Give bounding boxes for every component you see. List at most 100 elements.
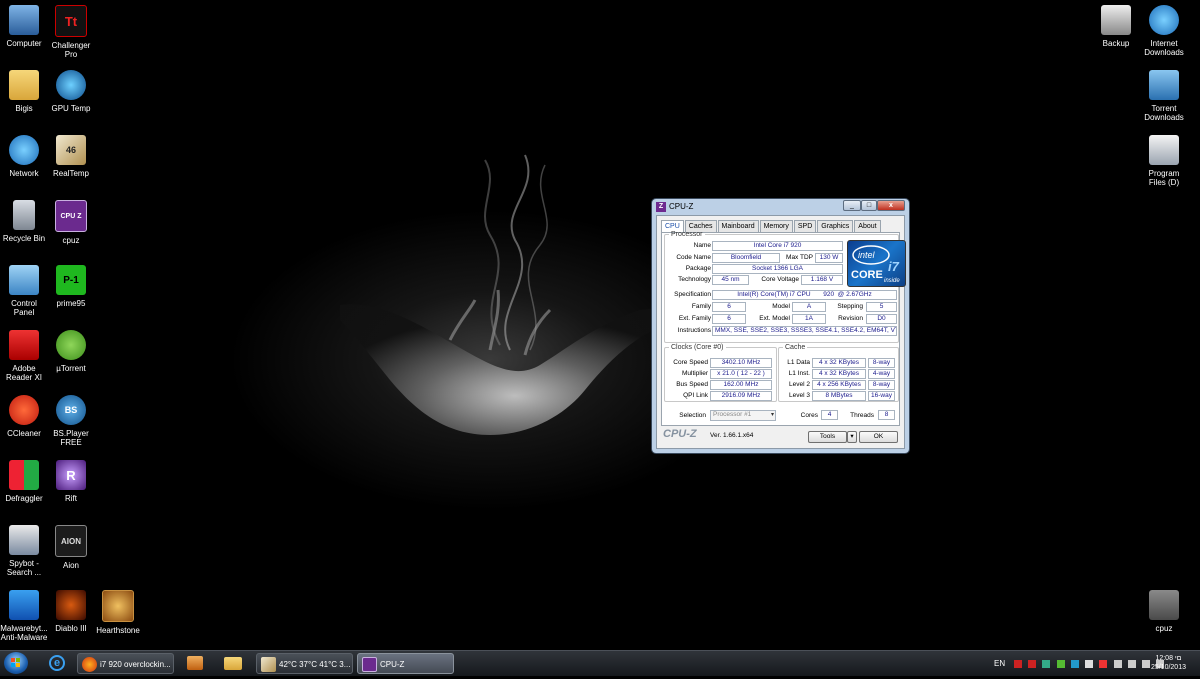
maxtdp-label: Max TDP [786, 254, 813, 261]
desktop-icon-adobe-reader[interactable]: Adobe Reader XI [0, 330, 48, 382]
maxtdp-value: 130 W [815, 253, 843, 263]
desktop-icon-realtemp[interactable]: 46 RealTemp [47, 135, 95, 178]
tools-button[interactable]: Tools [808, 431, 847, 443]
tray-utorrent-icon[interactable] [1056, 659, 1065, 668]
taskbar-firefox-label: i7 920 overclockin... [100, 660, 171, 669]
desktop-icon-torrent-downloads[interactable]: Torrent Downloads [1140, 70, 1188, 122]
maximize-button[interactable]: □ [861, 200, 877, 211]
l3-way: 16-way [868, 391, 895, 401]
cpuz-titlebar[interactable]: Z CPU-Z _ □ x [652, 199, 909, 215]
desktop-icon-aion[interactable]: AION Aion [47, 525, 95, 570]
pinned-explorer[interactable] [216, 653, 250, 674]
desktop-icon-control-panel[interactable]: Control Panel [0, 265, 48, 317]
desktop-icon-diablo-iii[interactable]: Diablo III [47, 590, 95, 633]
control-panel-icon [9, 265, 39, 295]
l1i-value: 4 x 32 KBytes [812, 369, 866, 379]
desktop-icon-computer[interactable]: Computer [0, 5, 48, 48]
desktop-icon-prime95[interactable]: P-1 prime95 [47, 265, 95, 308]
taskbar-button-firefox[interactable]: i7 920 overclockin... [77, 653, 174, 674]
cores-value: 4 [821, 410, 838, 420]
l1d-way: 8-way [868, 358, 895, 368]
start-button[interactable] [4, 652, 28, 674]
desktop-icon-recycle-bin[interactable]: Recycle Bin [0, 200, 48, 243]
taskbar-button-cpuz[interactable]: CPU-Z [357, 653, 454, 674]
desktop-icon-cpuz[interactable]: CPU Z cpuz [47, 200, 95, 245]
taskbar-button-realtemp[interactable]: 42°C 37°C 41°C 3... [256, 653, 353, 674]
extmodel-label: Ext. Model [759, 315, 790, 322]
pinned-media-player[interactable] [178, 653, 212, 674]
taskbar-cpuz-label: CPU-Z [380, 660, 405, 669]
minimize-button[interactable]: _ [843, 200, 861, 211]
desktop-icon-defraggler[interactable]: Defraggler [0, 460, 48, 503]
model-value: A [792, 302, 826, 312]
desktop-icon-backup[interactable]: Backup [1092, 5, 1140, 48]
tray-security-icon[interactable] [1070, 659, 1079, 668]
threads-value: 8 [878, 410, 895, 420]
busspeed-label: Bus Speed [676, 381, 708, 388]
instructions-label: Instructions [677, 327, 711, 334]
tray-display-icon[interactable] [1127, 659, 1136, 668]
revision-label: Revision [838, 315, 863, 322]
close-button[interactable]: x [877, 200, 905, 211]
desktop-icon-bsplayer[interactable]: BS BS.Player FREE [47, 395, 95, 447]
cpuz-shortcut-icon [1149, 590, 1179, 620]
clock-time: 12:08 םי [1155, 655, 1182, 662]
ok-button[interactable]: OK [859, 431, 898, 443]
busspeed-value: 162.00 MHz [710, 380, 772, 390]
multiplier-value: x 21.0 ( 12 - 22 ) [710, 369, 772, 379]
processor-select[interactable]: Processor #1 ▾ [710, 410, 776, 421]
tray-network-icon[interactable] [1042, 659, 1051, 668]
stepping-value: 5 [866, 302, 897, 312]
system-clock[interactable]: 12:08 םי 25/10/2013 [1151, 654, 1186, 672]
language-indicator[interactable]: EN [994, 651, 1005, 676]
tray-arrow-icon[interactable] [1099, 659, 1108, 668]
tray-icons [1014, 651, 1165, 676]
family-label: Family [691, 303, 711, 310]
tray-monitor-icon[interactable] [1028, 659, 1037, 668]
clocks-legend: Clocks (Core #0) [671, 344, 724, 351]
internet-explorer-icon: e [49, 655, 65, 671]
tray-volume-icon[interactable] [1142, 659, 1151, 668]
qpi-label: QPI Link [683, 392, 708, 399]
malwarebytes-icon [9, 590, 39, 620]
cpuz-bottom-bar: CPU-Z Ver. 1.66.1.x64 Tools ▾ OK [661, 427, 900, 447]
desktop-icon-program-files[interactable]: Program Files (D) [1140, 135, 1188, 187]
desktop-icon-utorrent[interactable]: µTorrent [47, 330, 95, 373]
tray-realtemp-icon[interactable] [1014, 659, 1022, 668]
cpuz-client-area: CPU Caches Mainboard Memory SPD Graphics… [656, 215, 906, 449]
desktop-icon-network[interactable]: Network [0, 135, 48, 178]
desktop-icon-spybot[interactable]: Spybot - Search ... [0, 525, 48, 577]
l1i-label: L1 Inst. [788, 370, 810, 377]
backup-icon [1101, 5, 1131, 35]
desktop-icon-cpuz-right[interactable]: cpuz [1140, 590, 1188, 633]
realtemp-icon: 46 [56, 135, 86, 165]
corespeed-label: Core Speed [673, 359, 708, 366]
recycle-bin-icon [13, 200, 35, 230]
spec-label: Specification [674, 291, 711, 298]
intel-logo-icon: intel CORE i7 inside [851, 245, 900, 284]
tools-dropdown-arrow[interactable]: ▾ [847, 431, 857, 443]
extfamily-label: Ext. Family [678, 315, 711, 322]
desktop-icon-malwarebytes[interactable]: Malwarebyt... Anti-Malware [0, 590, 48, 642]
desktop-icon-gpu-temp[interactable]: GPU Temp [47, 70, 95, 113]
qpi-value: 2916.09 MHz [710, 391, 772, 401]
cpuz-brand-logo: CPU-Z [663, 428, 697, 440]
threads-label: Threads [850, 412, 874, 419]
rift-icon: R [56, 460, 86, 490]
network-globe-icon [9, 135, 39, 165]
desktop-icon-internet-downloads[interactable]: Internet Downloads [1140, 5, 1188, 57]
desktop-icon-challenger-pro[interactable]: Tt Challenger Pro [47, 5, 95, 59]
cpuz-glyph: CPU Z [60, 212, 82, 220]
chevron-down-icon: ▾ [850, 433, 854, 440]
l1d-label: L1 Data [787, 359, 810, 366]
desktop-icon-ccleaner[interactable]: CCleaner [0, 395, 48, 438]
desktop-icon-rift[interactable]: R Rift [47, 460, 95, 503]
media-player-icon [187, 656, 203, 670]
corevoltage-value: 1.168 V [801, 275, 843, 285]
desktop-icon-hearthstone[interactable]: Hearthstone [94, 590, 142, 635]
tray-action-center-icon[interactable] [1085, 659, 1094, 668]
desktop-icon-bigis[interactable]: Bigis [0, 70, 48, 113]
pinned-internet-explorer[interactable]: e [40, 653, 74, 674]
tray-speaker-icon[interactable] [1113, 659, 1122, 668]
spybot-icon [9, 525, 39, 555]
